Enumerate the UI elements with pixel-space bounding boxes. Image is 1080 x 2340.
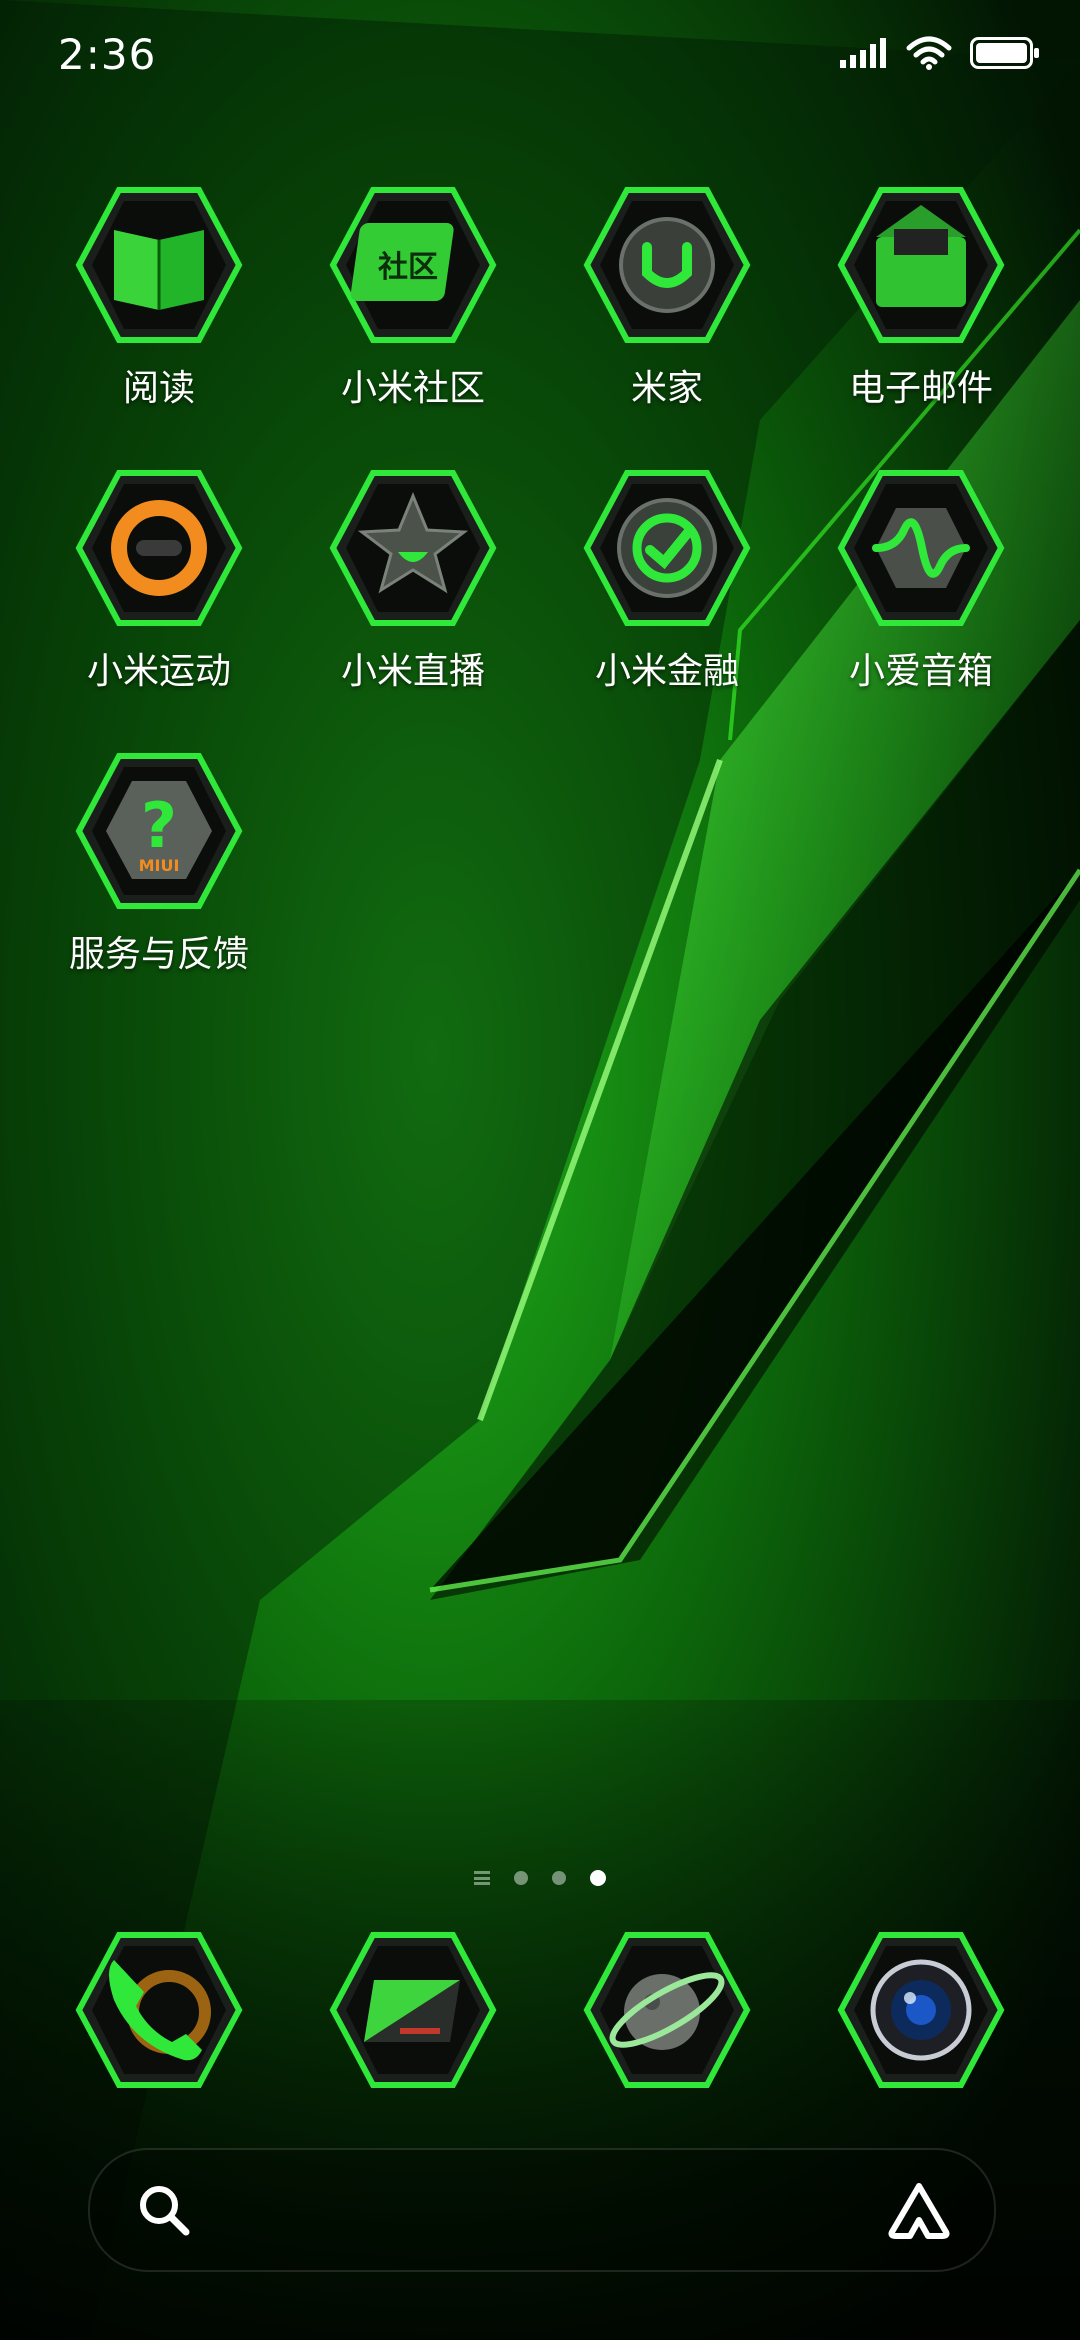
- planet-icon: [583, 1932, 751, 2088]
- dock-camera[interactable]: [794, 1930, 1048, 2090]
- message-icon: [329, 1932, 497, 2088]
- page-dot-active[interactable]: [590, 1870, 606, 1886]
- status-bar: 2:36: [0, 0, 1080, 120]
- mail-icon: [837, 187, 1005, 343]
- camera-lens-icon: [837, 1932, 1005, 2088]
- status-time: 2:36: [58, 30, 157, 79]
- app-label: 小米社区: [340, 368, 485, 409]
- phone-icon: [75, 1932, 243, 2088]
- fitness-ring-icon: [75, 470, 243, 626]
- app-label: 小米直播: [340, 651, 485, 692]
- signal-icon: [840, 38, 886, 68]
- mijia-icon: [583, 187, 751, 343]
- page-indicator[interactable]: [0, 1870, 1080, 1886]
- app-mi-live[interactable]: 小米直播: [286, 468, 540, 694]
- dock-messages[interactable]: [286, 1930, 540, 2090]
- wifi-icon: [906, 36, 952, 70]
- page-dot[interactable]: [514, 1871, 528, 1885]
- app-label: 米家: [630, 368, 703, 409]
- app-mijia[interactable]: 米家: [540, 185, 794, 411]
- page-dot[interactable]: [552, 1871, 566, 1885]
- app-list-indicator-icon[interactable]: [474, 1871, 490, 1885]
- app-label: 阅读: [122, 368, 195, 409]
- community-icon: 社区: [329, 187, 497, 343]
- dock: [0, 1930, 1080, 2100]
- wave-icon: [837, 470, 1005, 626]
- app-mi-fitness[interactable]: 小米运动: [32, 468, 286, 694]
- star-icon: [329, 470, 497, 626]
- help-glyph: ?: [141, 789, 177, 862]
- app-label: 电子邮件: [848, 368, 993, 409]
- app-label: 小米金融: [594, 651, 739, 692]
- app-service-feedback[interactable]: ? MIUI 服务与反馈: [32, 751, 286, 977]
- status-icons: [840, 36, 1040, 70]
- search-icon[interactable]: [136, 2182, 192, 2238]
- app-xiaoai-speaker[interactable]: 小爱音箱: [794, 468, 1048, 694]
- community-glyph: 社区: [378, 250, 438, 285]
- app-label: 小爱音箱: [848, 651, 993, 692]
- finance-check-icon: [583, 470, 751, 626]
- app-reader[interactable]: 阅读: [32, 185, 286, 411]
- app-label: 小米运动: [86, 651, 231, 692]
- app-mi-finance[interactable]: 小米金融: [540, 468, 794, 694]
- miui-brand: MIUI: [139, 856, 180, 875]
- search-bar[interactable]: [88, 2148, 996, 2272]
- book-icon: [75, 187, 243, 343]
- app-label: 服务与反馈: [68, 934, 249, 975]
- xiaoai-assistant-icon[interactable]: [886, 2180, 952, 2240]
- app-email[interactable]: 电子邮件: [794, 185, 1048, 411]
- dock-phone[interactable]: [32, 1930, 286, 2090]
- help-icon: ? MIUI: [75, 753, 243, 909]
- dock-browser[interactable]: [540, 1930, 794, 2090]
- battery-icon: [970, 37, 1039, 69]
- app-mi-community[interactable]: 社区 小米社区: [286, 185, 540, 411]
